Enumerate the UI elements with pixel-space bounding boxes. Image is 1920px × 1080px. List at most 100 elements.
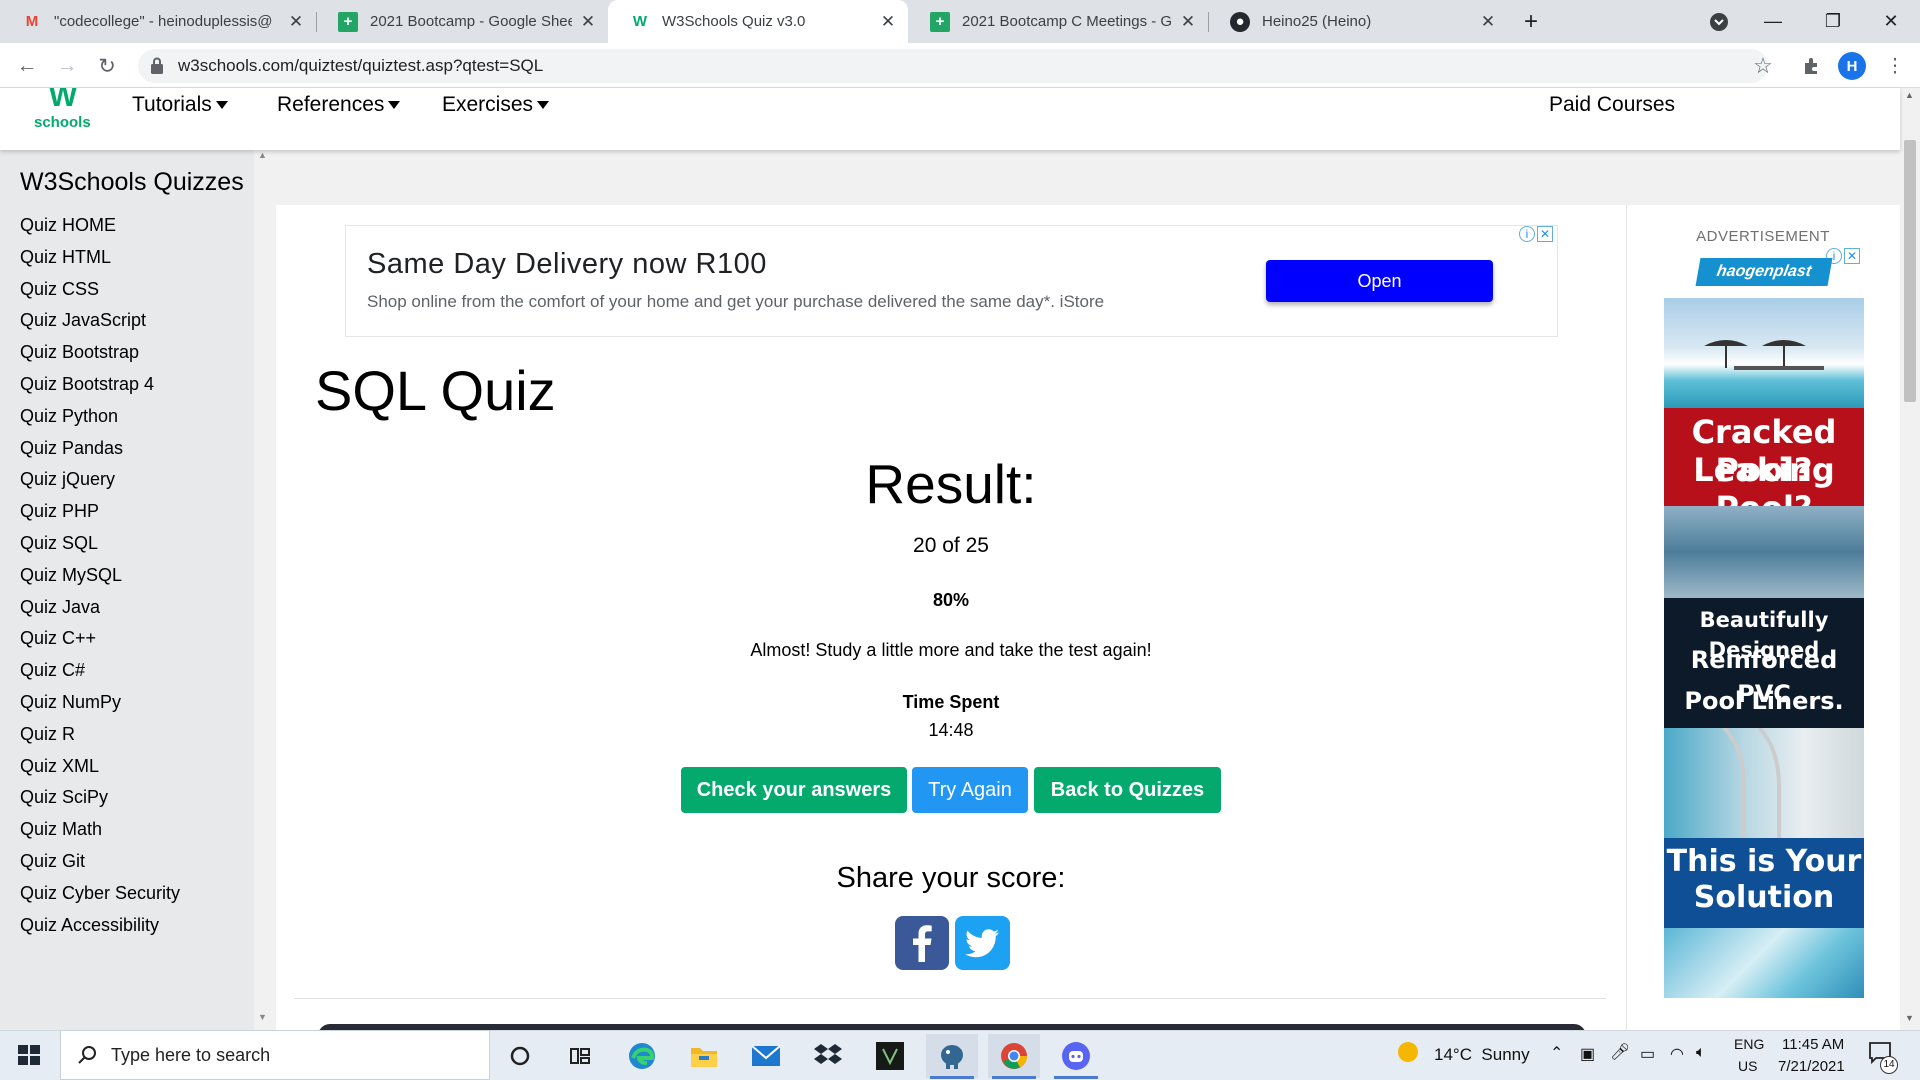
sidebar-item-quiz-numpy[interactable]: Quiz NumPy xyxy=(20,689,250,721)
weather-widget[interactable] xyxy=(1396,1040,1420,1069)
sidebar-item-quiz-bootstrap[interactable]: Quiz Bootstrap xyxy=(20,339,250,371)
language-region[interactable]: US xyxy=(1738,1058,1757,1074)
sidebar-item-quiz-sql[interactable]: Quiz SQL xyxy=(20,530,250,562)
sidebar-item-quiz-math[interactable]: Quiz Math xyxy=(20,816,250,848)
taskbar-edge[interactable] xyxy=(616,1034,668,1078)
meet-now-icon[interactable]: ▣ xyxy=(1580,1044,1595,1064)
sidebar-item-quiz-scipy[interactable]: Quiz SciPy xyxy=(20,784,250,816)
ad-headline[interactable]: Same Day Delivery now R100 xyxy=(367,248,767,281)
w3schools-logo[interactable]: W xyxy=(36,88,90,110)
tab-bootcamp-meetings[interactable]: + 2021 Bootcamp C Meetings - Go ✕ xyxy=(908,0,1208,43)
dropbox-icon xyxy=(814,1044,842,1064)
new-tab-button[interactable]: + xyxy=(1508,0,1554,43)
scroll-up-icon[interactable]: ▲ xyxy=(1905,90,1914,100)
address-bar[interactable]: w3schools.com/quiztest/quiztest.asp?qtes… xyxy=(138,49,1768,83)
cortana-button[interactable] xyxy=(494,1034,546,1078)
tab-google-sheets[interactable]: + 2021 Bootcamp - Google Sheets ✕ xyxy=(316,0,608,43)
try-again-button[interactable]: Try Again xyxy=(912,767,1028,813)
tab-search-button[interactable] xyxy=(1696,0,1742,43)
ad-description: Shop online from the comfort of your hom… xyxy=(367,292,1105,311)
taskbar-mail[interactable] xyxy=(740,1034,792,1078)
sidebar-scroll-down-icon[interactable]: ▼ xyxy=(258,1012,268,1022)
taskbar-file-explorer[interactable] xyxy=(678,1034,730,1078)
sidebar-scroll-up-icon[interactable]: ▲ xyxy=(258,150,268,160)
bookmark-star-button[interactable]: ☆ xyxy=(1748,51,1778,81)
close-icon[interactable]: ✕ xyxy=(1178,12,1198,32)
close-icon[interactable]: ✕ xyxy=(878,12,898,32)
sidebar-item-quiz-cyber-security[interactable]: Quiz Cyber Security xyxy=(20,880,250,912)
sidebar-item-quiz-css[interactable]: Quiz CSS xyxy=(20,276,250,308)
close-icon[interactable]: ✕ xyxy=(578,12,598,32)
sidebar-item-quiz-python[interactable]: Quiz Python xyxy=(20,403,250,435)
back-button[interactable]: ← xyxy=(12,51,42,81)
sidebar-item-quiz-java[interactable]: Quiz Java xyxy=(20,594,250,626)
nav-references[interactable]: References xyxy=(277,90,401,120)
restore-button[interactable]: ❐ xyxy=(1810,0,1856,43)
volume-icon[interactable]: 🔈︎ xyxy=(1696,1044,1706,1062)
star-icon: ☆ xyxy=(1753,53,1773,78)
browser-menu-button[interactable]: ⋮ xyxy=(1880,51,1910,81)
sidebar-item-quiz-jquery[interactable]: Quiz jQuery xyxy=(20,466,250,498)
taskbar-pgadmin[interactable] xyxy=(926,1034,978,1078)
folder-icon xyxy=(691,1048,717,1067)
minimize-button[interactable]: — xyxy=(1750,0,1796,43)
nav-exercises[interactable]: Exercises xyxy=(442,90,550,120)
sidebar-item-quiz-bootstrap-4[interactable]: Quiz Bootstrap 4 xyxy=(20,371,250,403)
forward-button[interactable]: → xyxy=(52,51,82,81)
sidebar-item-quiz-csharp[interactable]: Quiz C# xyxy=(20,657,250,689)
tab-w3schools-quiz[interactable]: W W3Schools Quiz v3.0 ✕ xyxy=(608,0,908,43)
extensions-button[interactable] xyxy=(1796,51,1826,81)
taskbar-game-app[interactable] xyxy=(864,1034,916,1078)
sidebar-item-quiz-cpp[interactable]: Quiz C++ xyxy=(20,625,250,657)
facebook-share-button[interactable] xyxy=(895,916,949,970)
taskbar-discord[interactable] xyxy=(1050,1034,1102,1078)
ad-close-icon[interactable]: ✕ xyxy=(1537,226,1553,242)
tab-gmail[interactable]: M "codecollege" - heinoduplessis@ ✕ xyxy=(0,0,316,43)
twitter-share-button[interactable] xyxy=(955,916,1010,970)
reload-button[interactable]: ↻ xyxy=(92,51,122,81)
sidebar-item-quiz-accessibility[interactable]: Quiz Accessibility xyxy=(20,912,250,944)
wifi-icon[interactable]: ◠ xyxy=(1670,1044,1684,1064)
window-close-button[interactable]: ✕ xyxy=(1868,0,1914,43)
sidebar-item-quiz-javascript[interactable]: Quiz JavaScript xyxy=(20,307,250,339)
windows-start-icon[interactable] xyxy=(14,1040,44,1070)
scroll-down-icon[interactable]: ▼ xyxy=(1905,1013,1914,1023)
page-scrollbar-thumb[interactable] xyxy=(1904,140,1916,402)
result-message: Almost! Study a little more and take the… xyxy=(750,640,1152,660)
profile-avatar[interactable]: H xyxy=(1838,52,1866,80)
pool-liner-advertisement[interactable]: Cracked Pool? Leaking Pool? Beautifully … xyxy=(1664,298,1864,998)
sidebar-item-quiz-home[interactable]: Quiz HOME xyxy=(20,212,250,244)
close-icon[interactable]: ✕ xyxy=(1478,12,1498,32)
check-answers-button[interactable]: Check your answers xyxy=(681,767,907,813)
haogenplast-logo[interactable]: haogenplast xyxy=(1695,258,1833,286)
sidebar-item-quiz-mysql[interactable]: Quiz MySQL xyxy=(20,562,250,594)
sidebar-item-quiz-xml[interactable]: Quiz XML xyxy=(20,753,250,785)
ad-close-icon[interactable]: ✕ xyxy=(1844,248,1860,264)
sidebar-item-quiz-git[interactable]: Quiz Git xyxy=(20,848,250,880)
sidebar-item-quiz-php[interactable]: Quiz PHP xyxy=(20,498,250,530)
lock-icon[interactable] xyxy=(150,57,164,75)
taskbar-dropbox[interactable] xyxy=(802,1034,854,1078)
clock-time[interactable]: 11:45 AM xyxy=(1782,1036,1844,1053)
nav-paid-courses[interactable]: Paid Courses xyxy=(1549,90,1675,120)
tab-github[interactable]: ● Heino25 (Heino) ✕ xyxy=(1208,0,1508,43)
language-code[interactable]: ENG xyxy=(1734,1036,1764,1052)
battery-icon[interactable]: ▭ xyxy=(1640,1044,1655,1064)
tray-chevron-up-icon[interactable]: ⌃ xyxy=(1550,1043,1563,1063)
back-to-quizzes-button[interactable]: Back to Quizzes xyxy=(1034,767,1221,813)
sidebar-item-quiz-pandas[interactable]: Quiz Pandas xyxy=(20,435,250,467)
sidebar-item-quiz-r[interactable]: Quiz R xyxy=(20,721,250,753)
adchoices-icon[interactable]: i xyxy=(1519,226,1535,242)
sidebar-title: W3Schools Quizzes xyxy=(20,168,244,196)
close-icon[interactable]: ✕ xyxy=(286,12,306,32)
taskbar-search-box[interactable]: Type here to search xyxy=(60,1030,490,1080)
nav-tutorials[interactable]: Tutorials xyxy=(132,90,228,120)
sidebar-item-quiz-html[interactable]: Quiz HTML xyxy=(20,244,250,276)
taskbar-chrome[interactable] xyxy=(988,1034,1040,1078)
logo-text[interactable]: schools xyxy=(34,114,91,131)
ad-open-button[interactable]: Open xyxy=(1266,260,1493,302)
microphone-icon[interactable]: 🎤︎ xyxy=(1610,1042,1630,1062)
task-view-button[interactable] xyxy=(554,1034,606,1078)
clock-date[interactable]: 7/21/2021 xyxy=(1778,1058,1845,1075)
weather-text[interactable]: 14°C Sunny xyxy=(1434,1045,1530,1065)
